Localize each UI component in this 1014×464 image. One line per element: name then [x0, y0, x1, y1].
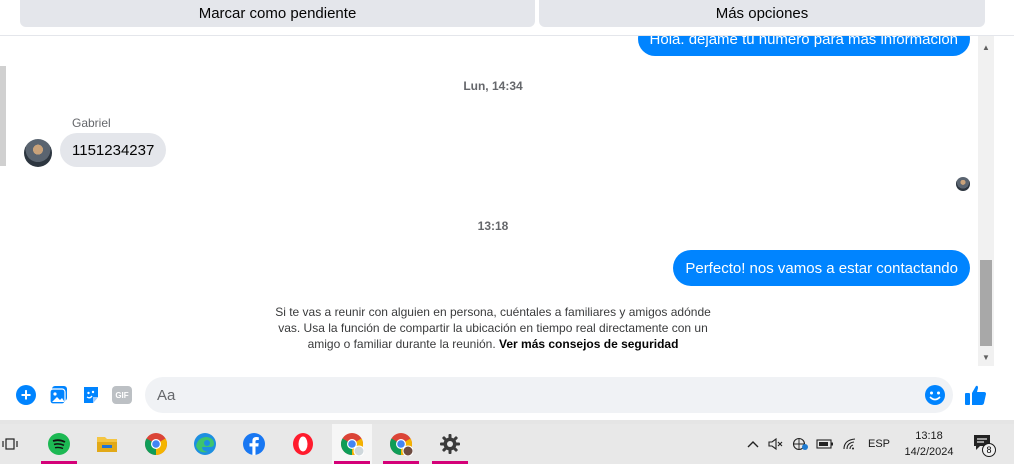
notifications-icon[interactable]: 8 [972, 434, 996, 457]
opera-icon[interactable] [283, 424, 323, 464]
scroll-up-icon[interactable]: ▲ [978, 40, 994, 54]
message-timestamp: Lun, 14:34 [463, 79, 523, 93]
chrome-profile-icon[interactable] [332, 424, 372, 464]
language-indicator[interactable]: ESP [864, 424, 894, 464]
speaker-muted-icon[interactable] [766, 424, 786, 464]
background-page-edge [0, 36, 8, 416]
outgoing-message[interactable]: Perfecto! nos vamos a estar contactando [673, 250, 970, 286]
incoming-message[interactable]: 1151234237 [60, 133, 167, 167]
action-bar: Marcar como pendiente Más opciones [0, 0, 1014, 36]
sender-name: Gabriel [72, 116, 111, 130]
facebook-icon[interactable] [234, 424, 274, 464]
chevron-up-icon[interactable] [742, 424, 764, 464]
task-view-icon[interactable] [0, 424, 30, 464]
safety-tips-link[interactable]: Ver más consejos de seguridad [499, 337, 678, 351]
scroll-down-icon[interactable]: ▼ [978, 350, 994, 364]
network-icon[interactable] [790, 424, 810, 464]
safety-notice: Si te vas a reunir con alguien en person… [268, 304, 718, 352]
message-timestamp: 13:18 [477, 219, 509, 233]
settings-icon[interactable] [430, 424, 470, 464]
read-receipt-avatar [956, 177, 970, 191]
file-explorer-icon[interactable] [87, 424, 127, 464]
outgoing-message[interactable]: Hola. dejame tu numero para mas informac… [637, 36, 970, 56]
message-composer: + GIF [0, 370, 1014, 422]
more-options-button[interactable]: Más opciones [539, 0, 985, 27]
image-icon[interactable] [48, 384, 70, 406]
emoji-icon[interactable] [924, 384, 946, 406]
scrollbar-thumb[interactable] [980, 260, 992, 346]
mark-pending-button[interactable]: Marcar como pendiente [20, 0, 535, 27]
wifi-icon[interactable] [840, 424, 860, 464]
message-input[interactable] [145, 377, 953, 413]
battery-icon[interactable] [815, 424, 835, 464]
taskbar-clock[interactable]: 13:18 14/2/2024 [900, 428, 958, 460]
chrome-icon[interactable] [136, 424, 176, 464]
clock-time: 13:18 [915, 430, 943, 442]
messenger-window: Marcar como pendiente Más opciones Hola.… [0, 0, 1014, 464]
clock-date: 14/2/2024 [904, 446, 954, 458]
edge-icon[interactable] [185, 424, 225, 464]
spotify-icon[interactable] [39, 424, 79, 464]
taskbar: ESP 13:18 14/2/2024 8 [0, 424, 1014, 464]
thread-scrollbar[interactable]: ▲ ▼ [978, 36, 994, 366]
notification-count-badge: 8 [982, 443, 996, 457]
chrome-profile-2-icon[interactable] [381, 424, 421, 464]
sticker-icon[interactable] [80, 384, 102, 406]
gif-icon[interactable]: GIF [111, 384, 133, 406]
plus-icon[interactable]: + [15, 384, 37, 406]
thumbs-up-icon[interactable] [964, 384, 988, 406]
message-thread: Hola. dejame tu numero para mas informac… [8, 36, 978, 366]
sender-avatar[interactable] [24, 139, 52, 167]
